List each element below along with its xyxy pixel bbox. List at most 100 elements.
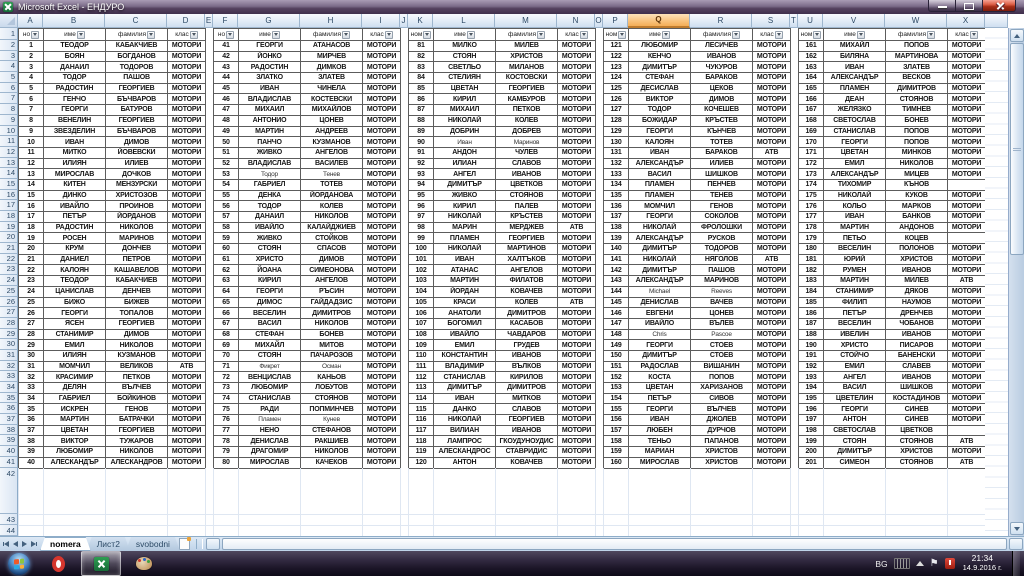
cell-family[interactable]: ШИШКОВ [691,169,753,180]
cell-number[interactable]: 188 [799,329,824,341]
cell-name[interactable]: МИХАИЛ [434,105,496,116]
cell-number[interactable]: 119 [409,447,434,458]
cell-number[interactable]: 84 [409,73,434,84]
cell-name[interactable]: МИРОСЛАВ [44,169,106,180]
cell-class[interactable]: МОТОРИ [168,94,206,106]
cell-class[interactable]: МОТОРИ [948,404,986,416]
row-header-15[interactable]: 15 [0,178,18,190]
cell-number[interactable]: 113 [409,383,434,394]
column-header-X[interactable]: X [947,14,985,28]
cell-number[interactable]: 200 [799,447,824,458]
cell-class[interactable]: МОТОРИ [558,233,596,245]
cell-number[interactable]: 141 [604,254,629,266]
cell-class[interactable]: МОТОРИ [168,244,206,255]
cell-family[interactable]: ИВАНОВ [886,372,948,383]
cell-class[interactable]: МОТОРИ [753,169,791,180]
cell-family[interactable]: КЪНЧЕВ [691,126,753,138]
cell-family[interactable]: ВЪЛЧЕВ [691,404,753,416]
cell-class[interactable]: МОТОРИ [168,83,206,95]
cell-family[interactable]: ВЪЛЕВ [691,318,753,330]
cell-name[interactable]: ИВАН [434,254,496,266]
row-header-43[interactable]: 43 [0,513,18,525]
cell-family[interactable]: РАКШИЕВ [301,436,363,448]
cell-class[interactable]: МОТОРИ [363,190,401,202]
row-header-7[interactable]: 7 [0,93,18,105]
cell-family[interactable]: СТОЯНОВ [496,190,558,202]
cell-class[interactable]: МОТОРИ [753,329,791,341]
cell-family[interactable]: ЦВЕТКОВ [886,425,948,437]
cell-number[interactable]: 5 [19,83,44,95]
cell-number[interactable]: 182 [799,265,824,277]
cell-name[interactable]: ЕМИЛ [824,158,886,170]
row-header-18[interactable]: 18 [0,211,18,222]
cell-name[interactable]: ГЕОРГИ [44,308,106,319]
cell-family[interactable]: Маринов [496,137,558,148]
cell-number[interactable]: 59 [214,233,239,245]
cell-class[interactable]: МОТОРИ [363,318,401,330]
cell-class[interactable]: МОТОРИ [363,340,401,351]
cell-number[interactable]: 42 [214,51,239,63]
cell-number[interactable]: 62 [214,265,239,277]
cell-family[interactable]: ЧУЛЕВ [496,147,558,159]
cell-name[interactable]: СТАНИМИР [44,329,106,341]
cell-class[interactable]: МОТОРИ [168,222,206,234]
cell-family[interactable]: ДОНЧЕВ [106,244,168,255]
cell-name[interactable]: ИВАЙЛО [629,318,691,330]
cell-name[interactable]: ВЕНЕЛИН [44,115,106,127]
cell-family[interactable]: ПЕТКОВ [106,372,168,383]
cell-name[interactable]: ТОДОР [239,201,301,212]
cell-name[interactable]: РАДОСТИН [44,222,106,234]
cell-class[interactable]: МОТОРИ [558,73,596,84]
row-header-40[interactable]: 40 [0,446,18,457]
cell-family[interactable]: НИКОЛОВ [106,447,168,458]
cell-number[interactable]: 85 [409,83,434,95]
cell-name[interactable]: БОГОМИЛ [434,318,496,330]
cell-name[interactable]: ДАНКО [434,404,496,416]
cell-name[interactable]: ВЕСЕЛИН [239,308,301,319]
cell-name[interactable]: ИВАН [629,415,691,426]
cell-name[interactable]: АЛЕКСАНДЪР [629,158,691,170]
cell-name[interactable]: ДИМИТЪР [629,265,691,277]
cell-number[interactable]: 64 [214,286,239,298]
cell-name[interactable]: ЙОРДАН [434,286,496,298]
cell-family[interactable]: АТАНАСОВ [301,41,363,52]
filter-dropdown-icon[interactable] [423,30,432,39]
cell-class[interactable]: МОТОРИ [168,73,206,84]
cell-family[interactable]: ЙОРДАНОВА [301,190,363,202]
cell-name[interactable]: ИЛИЯН [44,158,106,170]
cell-number[interactable]: 87 [409,105,434,116]
cell-family[interactable]: ХРИСТОЗОВ [106,190,168,202]
cell-name[interactable]: АНТОНИО [239,115,301,127]
cell-class[interactable]: МОТОРИ [753,201,791,212]
cell-class[interactable]: МОТОРИ [363,73,401,84]
cell-number[interactable]: 31 [19,361,44,373]
cell-family[interactable]: ДИМОВ [301,254,363,266]
cell-name[interactable]: ИВЕЛИН [824,329,886,341]
cell-number[interactable]: 174 [799,179,824,191]
cell-class[interactable]: МОТОРИ [753,393,791,405]
cell-number[interactable]: 80 [214,457,239,469]
cell-family[interactable]: СТОЯНОВ [886,436,948,448]
cell-number[interactable]: 116 [409,415,434,426]
cell-number[interactable]: 82 [409,51,434,63]
cell-class[interactable]: МОТОРИ [753,73,791,84]
filter-header-name[interactable]: име [629,29,691,41]
cell-name[interactable]: СВЕТОСЛАВ [824,425,886,437]
cell-family[interactable]: ПОПМИНЧЕВ [301,404,363,416]
row-header-1[interactable]: 1 [0,28,18,40]
cell-number[interactable]: 88 [409,115,434,127]
cell-class[interactable]: МОТОРИ [363,105,401,116]
cell-number[interactable]: 97 [409,212,434,223]
cell-number[interactable]: 20 [19,244,44,255]
cell-number[interactable]: 154 [604,393,629,405]
cell-family[interactable]: ГЕНОВ [106,404,168,416]
cell-number[interactable]: 21 [19,254,44,266]
cell-family[interactable]: ЛОБУТОВ [301,383,363,394]
cell-class[interactable]: МОТОРИ [558,308,596,319]
row-header-16[interactable]: 16 [0,189,18,201]
cell-name[interactable]: ГЕОРГИ [824,137,886,148]
cell-family[interactable]: Reeves [691,286,753,298]
cell-class[interactable]: МОТОРИ [948,73,986,84]
cell-name[interactable]: СТАНИСЛАВ [824,126,886,138]
cell-number[interactable]: 60 [214,244,239,255]
